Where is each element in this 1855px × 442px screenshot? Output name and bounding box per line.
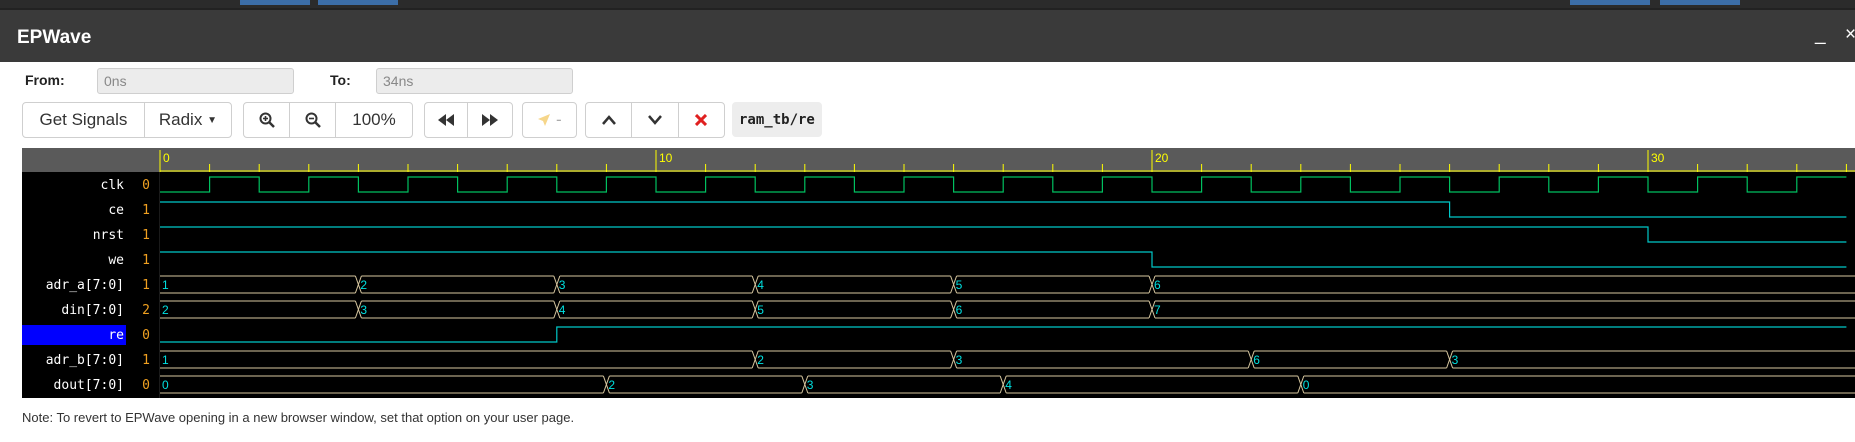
ruler-label: 30 [1651, 151, 1665, 165]
from-label: From: [25, 72, 65, 88]
bus-value-label: 6 [1253, 353, 1260, 367]
rewind-icon [438, 114, 454, 126]
from-input[interactable] [97, 68, 294, 94]
get-signals-button[interactable]: Get Signals [23, 103, 145, 137]
signal-name[interactable]: dout[7:0] [54, 378, 124, 393]
fast-forward-icon [482, 114, 498, 126]
signal-name[interactable]: ce [108, 203, 124, 218]
signal-controls-group: Get Signals Radix ▼ [22, 102, 232, 138]
marker-label: - [556, 110, 562, 129]
move-down-button[interactable] [632, 103, 679, 137]
close-window-icon[interactable]: × [1845, 24, 1855, 46]
bus-value-label: 7 [1154, 303, 1161, 317]
bus-value-label: 5 [956, 278, 963, 292]
bus-value-label: 0 [1303, 378, 1310, 392]
bus-value-label: 6 [956, 303, 963, 317]
radix-label: Radix [158, 110, 203, 129]
signal-value: 1 [142, 278, 150, 293]
zoom-in-button[interactable] [244, 103, 290, 137]
footer-note: Note: To revert to EPWave opening in a n… [22, 410, 575, 425]
move-up-button[interactable] [586, 103, 633, 137]
window-title: EPWave [17, 27, 92, 48]
get-signals-label: Get Signals [39, 110, 128, 129]
signal-name[interactable]: adr_a[7:0] [46, 278, 124, 293]
zoom-in-icon [259, 112, 275, 128]
signal-value: 1 [142, 353, 150, 368]
waveform-plot [160, 172, 1855, 398]
zoom-out-button[interactable] [290, 103, 336, 137]
signal-name[interactable]: re [108, 328, 124, 343]
bus-value-label: 2 [608, 378, 615, 392]
bus-value-label: 0 [162, 378, 169, 392]
navigate-group [424, 102, 513, 138]
signal-value: 2 [142, 303, 150, 318]
close-icon [695, 114, 708, 126]
waveform-viewer[interactable]: 0 10 20 30clk 0ce 1nrst 1we 1adr_a[7:0] 1 1 2 3 4 5 6d… [22, 148, 1855, 398]
signal-value: 1 [142, 253, 150, 268]
bus-value-label: 5 [757, 303, 764, 317]
ruler-label: 20 [1155, 151, 1169, 165]
signal-value: 1 [142, 203, 150, 218]
marker-group: - [522, 102, 577, 138]
bus-value-label: 4 [1005, 378, 1012, 392]
signal-name[interactable]: clk [101, 178, 125, 193]
ruler-label: 0 [163, 151, 170, 165]
zoom-controls-group: 100% [243, 102, 413, 138]
bus-value-label: 1 [162, 278, 169, 292]
bus-value-label: 2 [162, 303, 169, 317]
bus-value-label: 1 [162, 353, 169, 367]
to-label: To: [330, 72, 351, 88]
signal-value: 0 [142, 178, 150, 193]
radix-dropdown[interactable]: Radix ▼ [145, 103, 231, 137]
zoom-level: 100% [352, 110, 396, 129]
bus-value-label: 2 [757, 353, 764, 367]
remove-signal-button[interactable] [679, 103, 724, 137]
bus-value-label: 4 [559, 303, 566, 317]
signal-name[interactable]: we [108, 253, 124, 268]
signal-name[interactable]: din[7:0] [61, 303, 124, 318]
signal-edit-group [585, 102, 725, 138]
time-ruler [22, 148, 1855, 172]
zoom-out-icon [305, 112, 321, 128]
cursor-icon [538, 114, 551, 126]
to-input[interactable] [376, 68, 573, 94]
selected-signal-path: ram_tb/re [732, 102, 822, 137]
bus-value-label: 3 [360, 303, 367, 317]
bus-value-label: 3 [807, 378, 814, 392]
chevron-up-icon [601, 115, 616, 125]
bus-value-label: 4 [757, 278, 764, 292]
zoom-level-button[interactable]: 100% [336, 103, 412, 137]
chevron-down-icon [648, 115, 662, 125]
browser-top-strip [0, 0, 1855, 8]
signal-name[interactable]: nrst [93, 228, 124, 243]
bus-value-label: 3 [559, 278, 566, 292]
rewind-button[interactable] [425, 103, 469, 137]
fast-forward-button[interactable] [468, 103, 512, 137]
signal-value: 0 [142, 328, 150, 343]
window-titlebar: EPWave _ × [0, 8, 1855, 62]
bus-value-label: 3 [956, 353, 963, 367]
caret-down-icon: ▼ [207, 114, 217, 126]
bus-value-label: 3 [1452, 353, 1459, 367]
signal-name[interactable]: adr_b[7:0] [46, 353, 124, 368]
bus-value-label: 6 [1154, 278, 1161, 292]
marker-button[interactable]: - [523, 103, 576, 137]
signal-value: 1 [142, 228, 150, 243]
signal-value: 0 [142, 378, 150, 393]
minimize-icon[interactable]: _ [1815, 24, 1826, 46]
ruler-label: 10 [659, 151, 673, 165]
bus-value-label: 2 [360, 278, 367, 292]
